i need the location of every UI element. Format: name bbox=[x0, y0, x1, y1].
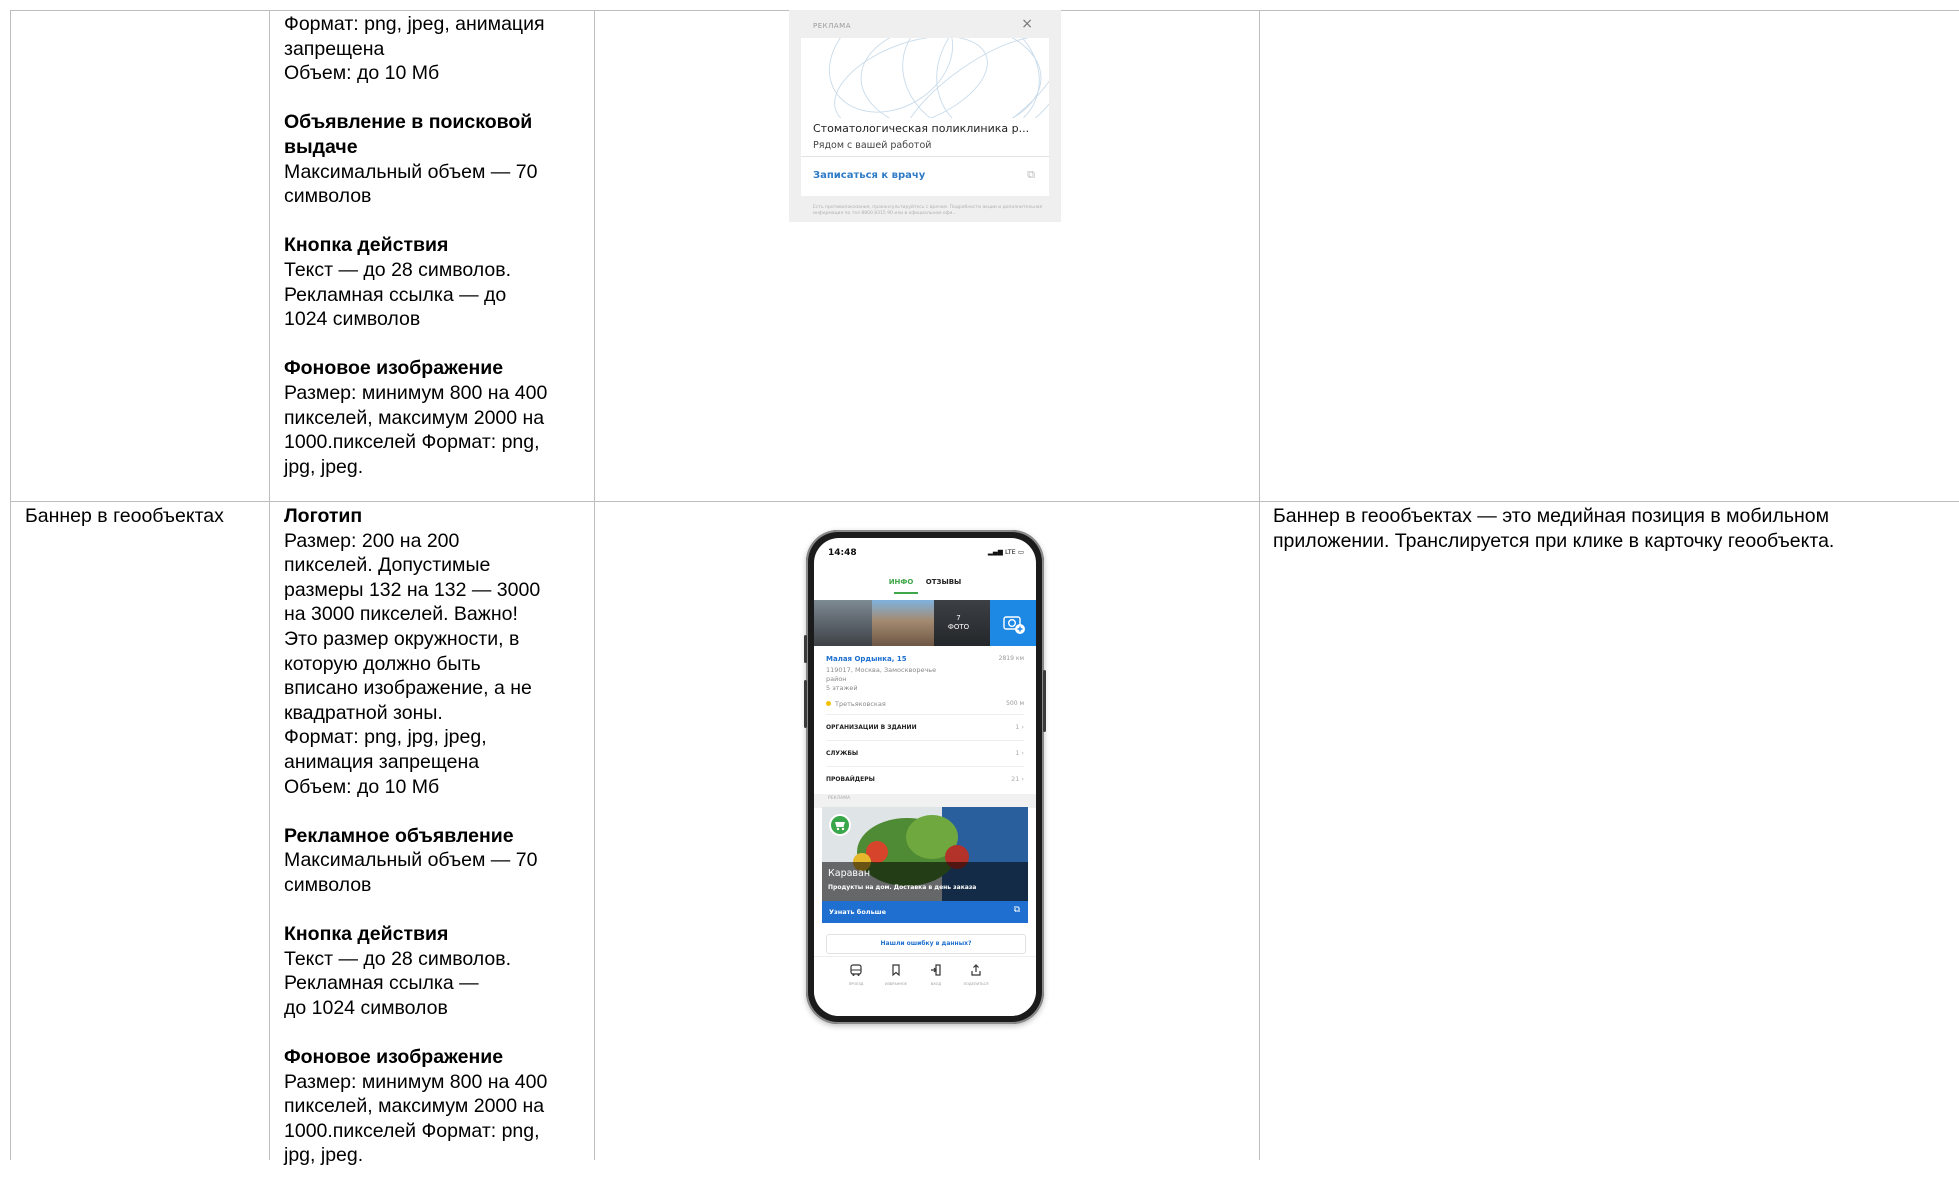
table-col-border-2 bbox=[269, 10, 270, 1160]
network-label: LTE bbox=[1004, 548, 1016, 556]
info-row-label: ОРГАНИЗАЦИИ В ЗДАНИИ bbox=[826, 724, 917, 731]
camera-add-icon bbox=[1003, 616, 1025, 634]
add-photo-button[interactable] bbox=[990, 600, 1036, 646]
phone-side-button bbox=[1043, 670, 1046, 732]
ad-text-heading: Рекламное объявление bbox=[284, 824, 514, 847]
ad-title: Стоматологическая поликлиника р... bbox=[813, 122, 1030, 135]
background-image-text: Размер: минимум 800 на 400 пикселей, мак… bbox=[284, 1070, 548, 1167]
banner-brand-name: Караван bbox=[828, 868, 871, 879]
action-button-heading: Кнопка действия bbox=[284, 234, 449, 257]
row2-requirements-cell: Логотип Размер: 200 на 200 пикселей. Доп… bbox=[284, 504, 589, 1193]
info-row-value: 21 › bbox=[1011, 775, 1024, 783]
info-row-label: СЛУЖБЫ bbox=[826, 750, 859, 757]
logo-heading: Логотип bbox=[284, 505, 363, 527]
status-bar: 14:48 ▂▄▆ LTE ▭ bbox=[814, 538, 1036, 564]
phone-screen: 14:48 ▂▄▆ LTE ▭ ИНФО ОТЗЫВЫ 7 ФОТО Малая… bbox=[814, 538, 1036, 1016]
favorite-button[interactable]: ИЗБРАННОЕ bbox=[880, 963, 912, 986]
table-col-border-1 bbox=[10, 10, 11, 1160]
info-row[interactable]: ПРОВАЙДЕРЫ 21 › bbox=[826, 766, 1024, 793]
ad-subtitle: Рядом с вашей работой bbox=[813, 140, 932, 151]
nav-label: ПОДЕЛИТЬСЯ bbox=[963, 982, 989, 986]
share-icon bbox=[960, 963, 992, 980]
address-distance: 2819 км bbox=[998, 655, 1024, 662]
entrance-icon bbox=[920, 963, 952, 980]
nav-label: ПРОЕЗД bbox=[848, 982, 864, 986]
phone-mockup: 14:48 ▂▄▆ LTE ▭ ИНФО ОТЗЫВЫ 7 ФОТО Малая… bbox=[804, 530, 1046, 1024]
external-link-icon: ⧉ bbox=[1027, 168, 1035, 181]
photo-thumbnail[interactable] bbox=[814, 600, 872, 646]
action-button-heading: Кнопка действия bbox=[284, 923, 449, 946]
metro-station: Третьяковская bbox=[826, 700, 886, 708]
banner-cta-label: Узнать больше bbox=[829, 908, 886, 916]
action-button-text: Текст — до 28 символов. Рекламная ссылка… bbox=[284, 258, 512, 331]
tab-info[interactable]: ИНФО bbox=[889, 578, 914, 586]
geo-banner[interactable]: Караван Продукты на дом. Доставка в день… bbox=[822, 807, 1028, 901]
row2-name-cell: Баннер в геообъектах bbox=[25, 504, 265, 529]
action-button-text: Текст — до 28 символов. Рекламная ссылка… bbox=[284, 947, 512, 1019]
banner-cta-button[interactable]: Узнать больше ⧉ bbox=[822, 901, 1028, 923]
divider bbox=[801, 156, 1049, 157]
status-signal: ▂▄▆ LTE ▭ bbox=[987, 548, 1024, 556]
volume-text: Объем: до 10 Мб bbox=[284, 62, 440, 85]
photo-thumbnail[interactable] bbox=[872, 600, 934, 646]
ad-preview-body[interactable]: Стоматологическая поликлиника р... Рядом… bbox=[801, 38, 1049, 196]
route-button[interactable]: ПРОЕЗД bbox=[840, 963, 872, 986]
metro-distance: 500 м bbox=[1006, 700, 1024, 707]
phone-side-button bbox=[804, 635, 807, 663]
info-row-value: 1 › bbox=[1015, 723, 1024, 731]
banner-subtitle: Продукты на дом. Доставка в день заказа bbox=[828, 884, 977, 891]
search-ad-preview: РЕКЛАМА × Стоматологическая поликлиника … bbox=[789, 10, 1061, 222]
nav-label: ВХОД bbox=[930, 982, 942, 986]
address-title: Малая Ордынка, 15 bbox=[826, 655, 907, 663]
tab-reviews[interactable]: ОТЗЫВЫ bbox=[926, 578, 962, 586]
photo-count[interactable]: 7 ФОТО bbox=[936, 600, 981, 646]
metro-icon bbox=[826, 701, 831, 706]
close-icon[interactable]: × bbox=[1021, 16, 1033, 32]
phone-side-button bbox=[804, 680, 807, 728]
info-row-value: 1 › bbox=[1015, 749, 1024, 757]
report-error-button[interactable]: Нашли ошибку в данных? bbox=[826, 934, 1026, 954]
status-time: 14:48 bbox=[828, 548, 857, 558]
background-image-heading: Фоновое изображение bbox=[284, 1046, 504, 1069]
background-image-text: Размер: минимум 800 на 400 пикселей, мак… bbox=[284, 381, 548, 478]
ad-label: РЕКЛАМА bbox=[828, 796, 851, 801]
table-col-border-3 bbox=[594, 10, 595, 1160]
tab-active-indicator bbox=[894, 592, 918, 594]
format-text: Формат: png, jpeg, анимация запрещена bbox=[284, 13, 545, 60]
share-button[interactable]: ПОДЕЛИТЬСЯ bbox=[960, 963, 992, 986]
background-image-heading: Фоновое изображение bbox=[284, 357, 504, 380]
bus-icon bbox=[840, 963, 872, 980]
logo-text: Размер: 200 на 200 пикселей. Допустимые … bbox=[284, 529, 541, 798]
entrance-button[interactable]: ВХОД bbox=[920, 963, 952, 986]
geo-tabs: ИНФО ОТЗЫВЫ bbox=[814, 578, 1036, 586]
info-row[interactable]: ОРГАНИЗАЦИИ В ЗДАНИИ 1 › bbox=[826, 714, 1024, 741]
info-row-label: ПРОВАЙДЕРЫ bbox=[826, 776, 875, 783]
external-link-icon: ⧉ bbox=[1013, 905, 1020, 915]
row2-description-cell: Баннер в геообъектах — это медийная пози… bbox=[1273, 504, 1953, 553]
ad-text-text: Максимальный объем — 70 символов bbox=[284, 849, 538, 896]
ad-disclaimer: Есть противопоказания, проконсультируйте… bbox=[813, 205, 1043, 216]
row1-requirements-cell: Формат: png, jpeg, анимация запрещена Об… bbox=[284, 12, 589, 504]
format-description: Баннер в геообъектах — это медийная пози… bbox=[1273, 505, 1835, 552]
metro-name: Третьяковская bbox=[835, 700, 886, 708]
address-details: 119017, Москва, Замоскворечье район 5 эт… bbox=[826, 666, 937, 692]
format-name: Баннер в геообъектах bbox=[25, 505, 224, 527]
ad-cta-link[interactable]: Записаться к врачу bbox=[813, 170, 925, 181]
search-ad-text: Максимальный объем — 70 символов bbox=[284, 160, 538, 208]
ad-label: РЕКЛАМА bbox=[813, 22, 851, 30]
background-swirl-image bbox=[828, 38, 1049, 118]
bookmark-icon bbox=[880, 963, 912, 980]
nav-label: ИЗБРАННОЕ bbox=[885, 982, 907, 986]
bottom-action-bar: ПРОЕЗД ИЗБРАННОЕ ВХОД ПОДЕЛИТЬСЯ bbox=[814, 956, 1036, 1016]
table-col-border-4 bbox=[1259, 10, 1260, 1160]
search-ad-heading: Объявление в поисковой выдаче bbox=[284, 111, 533, 158]
brand-logo bbox=[829, 814, 851, 836]
cart-icon bbox=[835, 822, 845, 831]
info-row[interactable]: СЛУЖБЫ 1 › bbox=[826, 740, 1024, 767]
